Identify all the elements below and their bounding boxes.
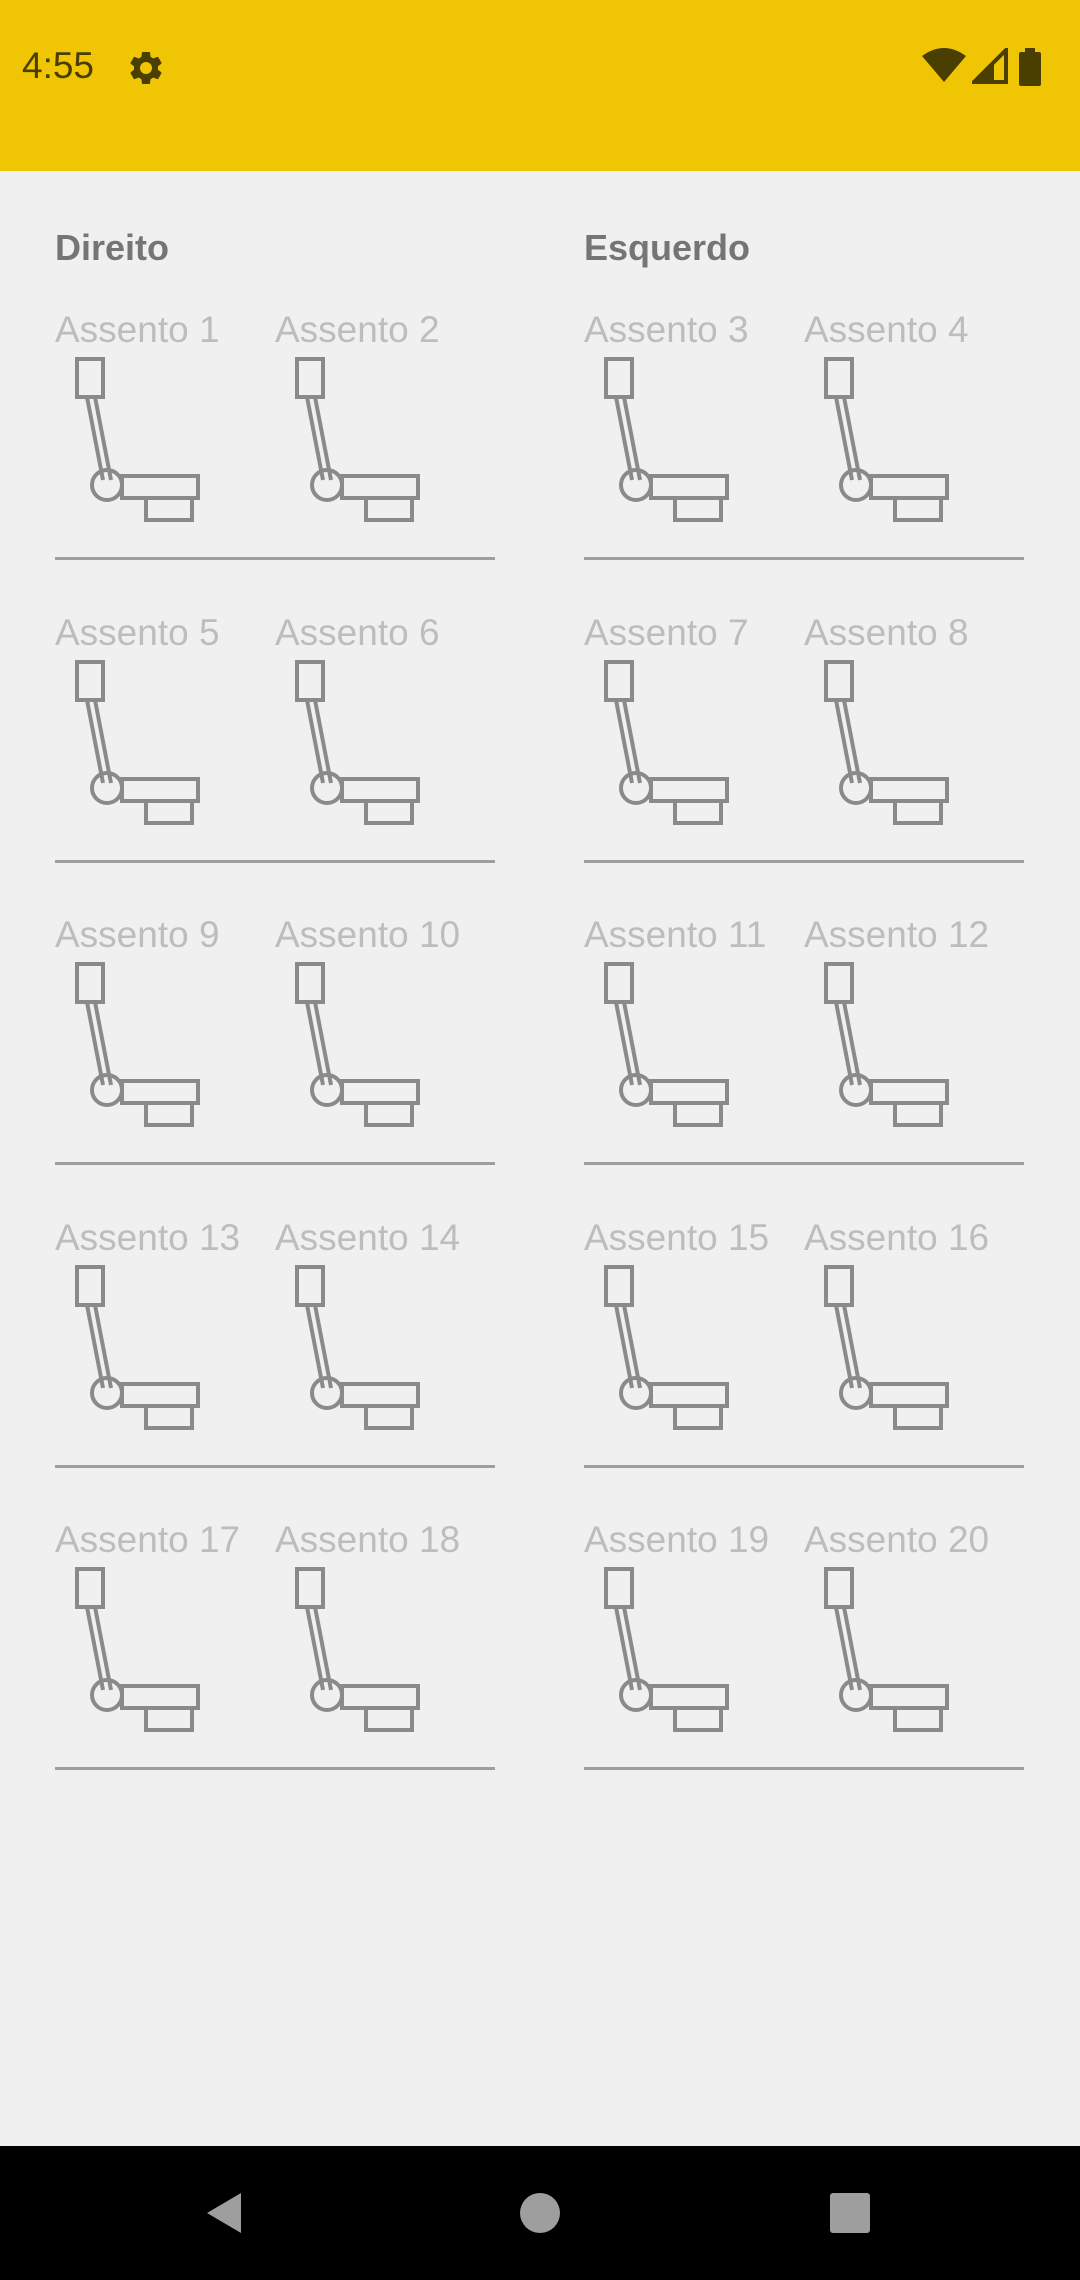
- row-divider: [584, 1767, 1024, 1770]
- seat[interactable]: Assento 18: [275, 1519, 490, 1739]
- seat-icon: [75, 357, 200, 522]
- seat[interactable]: Assento 1: [55, 309, 270, 529]
- seat-icon: [604, 962, 729, 1127]
- home-icon[interactable]: [510, 2183, 570, 2243]
- seat-icon: [604, 660, 729, 825]
- seat-icon: [824, 357, 949, 522]
- seat-icon: [295, 660, 420, 825]
- seat[interactable]: Assento 3: [584, 309, 799, 529]
- seat[interactable]: Assento 5: [55, 612, 270, 832]
- seat[interactable]: Assento 2: [275, 309, 490, 529]
- seat[interactable]: Assento 20: [804, 1519, 1019, 1739]
- row-divider: [55, 1162, 495, 1165]
- seat-icon: [604, 357, 729, 522]
- seat[interactable]: Assento 12: [804, 914, 1019, 1134]
- column-title-direito: Direito: [55, 227, 170, 268]
- seat-icon: [75, 1567, 200, 1732]
- wifi-icon: [922, 48, 966, 82]
- seat-icon: [295, 1567, 420, 1732]
- row-divider: [55, 1767, 495, 1770]
- seat-row: Assento 9 Assento 10 Assento 11 Assento …: [0, 914, 1080, 1217]
- row-divider: [55, 1465, 495, 1468]
- row-divider: [584, 860, 1024, 863]
- seat-row: Assento 17 Assento 18 Assento 19 Assento…: [0, 1519, 1080, 1822]
- seat-label: Assento 6: [275, 612, 440, 653]
- status-icons: [922, 48, 1062, 88]
- seat[interactable]: Assento 6: [275, 612, 490, 832]
- seat-icon: [75, 962, 200, 1127]
- seat[interactable]: Assento 9: [55, 914, 270, 1134]
- seat[interactable]: Assento 7: [584, 612, 799, 832]
- battery-icon: [1019, 48, 1041, 86]
- seat-icon: [75, 660, 200, 825]
- row-divider: [584, 1162, 1024, 1165]
- row-divider: [55, 860, 495, 863]
- seat-label: Assento 17: [55, 1519, 241, 1560]
- seat-row: Assento 13 Assento 14 Assento 15 Assento…: [0, 1217, 1080, 1520]
- seat-row: Assento 1 Assento 2 Assento 3 Assento 4: [0, 309, 1080, 612]
- seat-icon: [295, 357, 420, 522]
- seat-icon: [75, 1265, 200, 1430]
- seat-label: Assento 1: [55, 309, 220, 350]
- seat[interactable]: Assento 10: [275, 914, 490, 1134]
- row-divider: [55, 557, 495, 560]
- seat-icon: [824, 1567, 949, 1732]
- seat-label: Assento 10: [275, 914, 461, 955]
- seat[interactable]: Assento 4: [804, 309, 1019, 529]
- seat-label: Assento 19: [584, 1519, 770, 1560]
- seat-icon: [824, 1265, 949, 1430]
- seat-label: Assento 16: [804, 1217, 990, 1258]
- seat-icon: [604, 1567, 729, 1732]
- seat[interactable]: Assento 16: [804, 1217, 1019, 1437]
- seat-label: Assento 15: [584, 1217, 770, 1258]
- seat-label: Assento 3: [584, 309, 749, 350]
- row-divider: [584, 557, 1024, 560]
- seat-icon: [295, 962, 420, 1127]
- seat-label: Assento 11: [584, 914, 767, 955]
- seat-label: Assento 7: [584, 612, 749, 653]
- seat-label: Assento 20: [804, 1519, 990, 1560]
- seat[interactable]: Assento 17: [55, 1519, 270, 1739]
- seat-label: Assento 4: [804, 309, 969, 350]
- seat-label: Assento 8: [804, 612, 969, 653]
- status-bar: 4:55: [0, 0, 1080, 171]
- seat-row: Assento 5 Assento 6 Assento 7 Assento 8: [0, 612, 1080, 915]
- seat-map: Direito Esquerdo Assento 1 Assento 2 Ass…: [0, 171, 1080, 2146]
- seat[interactable]: Assento 11: [584, 914, 799, 1134]
- seat-icon: [295, 1265, 420, 1430]
- recents-icon[interactable]: [820, 2183, 880, 2243]
- navigation-bar: [0, 2146, 1080, 2280]
- back-icon[interactable]: [195, 2183, 255, 2243]
- seat-label: Assento 5: [55, 612, 220, 653]
- settings-gear-icon: [130, 51, 162, 84]
- seat[interactable]: Assento 19: [584, 1519, 799, 1739]
- seat-icon: [604, 1265, 729, 1430]
- seat-icon: [824, 660, 949, 825]
- row-divider: [584, 1465, 1024, 1468]
- cell-signal-icon: [972, 48, 1008, 84]
- seat[interactable]: Assento 13: [55, 1217, 270, 1437]
- seat[interactable]: Assento 15: [584, 1217, 799, 1437]
- seat-label: Assento 12: [804, 914, 990, 955]
- seat-label: Assento 2: [275, 309, 440, 350]
- seat-label: Assento 14: [275, 1217, 461, 1258]
- seat[interactable]: Assento 8: [804, 612, 1019, 832]
- seat-label: Assento 13: [55, 1217, 241, 1258]
- status-time: 4:55: [22, 45, 95, 86]
- seat-label: Assento 9: [55, 914, 220, 955]
- seat-label: Assento 18: [275, 1519, 461, 1560]
- seat[interactable]: Assento 14: [275, 1217, 490, 1437]
- seat-icon: [824, 962, 949, 1127]
- column-title-esquerdo: Esquerdo: [584, 227, 751, 268]
